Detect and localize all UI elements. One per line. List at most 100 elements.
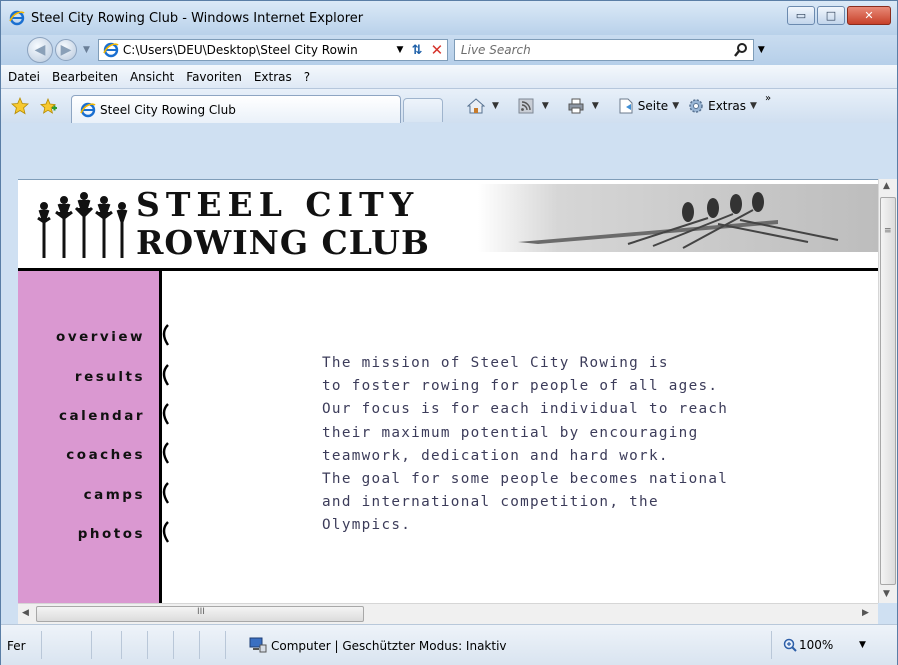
- horizontal-scrollbar[interactable]: ◀ III ▶: [18, 603, 878, 624]
- tools-menu-label: Extras: [708, 99, 747, 113]
- nav-bracket-icon: [162, 324, 170, 543]
- mission-line: Olympics.: [322, 517, 412, 534]
- feeds-dropdown[interactable]: ▼: [542, 101, 549, 111]
- status-divider: [41, 631, 42, 659]
- site-title: STEEL CITY ROWING CLUB: [136, 186, 430, 262]
- nav-overview-label: overview: [56, 329, 145, 345]
- print-dropdown[interactable]: ▼: [592, 101, 599, 111]
- scroll-up-icon[interactable]: ▲: [883, 181, 890, 191]
- vertical-scrollbar[interactable]: ▲ ≡ ▼: [878, 179, 897, 603]
- page-menu-label: Seite: [637, 99, 669, 113]
- status-bar: Fer Computer | Geschützter Modus: Inakti…: [1, 624, 897, 665]
- tab-row: Steel City Rowing Club ▼ ▼ ▼ Seite ▼ Ext…: [1, 89, 897, 123]
- home-icon: [467, 98, 485, 114]
- menu-bar: Datei Bearbeiten Ansicht Favoriten Extra…: [1, 65, 897, 89]
- rowers-logo-icon: [37, 192, 128, 258]
- nav-photos-label: photos: [77, 526, 145, 542]
- scroll-right-icon[interactable]: ▶: [862, 608, 869, 618]
- address-bar[interactable]: C:\Users\DEU\Desktop\Steel City Rowin ▼ …: [97, 39, 448, 61]
- menu-datei[interactable]: Datei: [8, 70, 40, 84]
- tab-steel-city-rowing-club[interactable]: Steel City Rowing Club: [71, 95, 401, 123]
- ie-logo-icon: [103, 42, 119, 58]
- mission-line: Our focus is for each individual to reac…: [322, 401, 729, 418]
- forward-button[interactable]: ▶: [55, 39, 77, 61]
- menu-favoriten[interactable]: Favoriten: [186, 70, 242, 84]
- nav-coaches-label: coaches: [66, 447, 145, 463]
- search-options-dropdown[interactable]: ▼: [758, 45, 765, 55]
- ie-logo-icon: [9, 10, 25, 26]
- home-dropdown[interactable]: ▼: [492, 101, 499, 111]
- menu-help[interactable]: ?: [304, 70, 310, 84]
- computer-zone-icon: [249, 637, 267, 653]
- nav-overview[interactable]: overview: [56, 329, 145, 345]
- refresh-icon[interactable]: ⇅: [407, 43, 427, 58]
- recent-pages-dropdown[interactable]: ▼: [83, 45, 90, 55]
- vertical-scroll-thumb[interactable]: ≡: [880, 197, 896, 585]
- home-button[interactable]: ▼: [467, 97, 499, 115]
- status-divider: [225, 631, 226, 659]
- feeds-icon: [518, 98, 534, 114]
- mission-line: teamwork, dedication and hard work.: [322, 447, 669, 464]
- back-icon: ◀: [34, 42, 46, 58]
- address-dropdown[interactable]: ▼: [393, 45, 407, 55]
- zoom-level[interactable]: 100%: [799, 638, 833, 652]
- page-viewport: STEEL CITY ROWING CLUB overview results …: [18, 179, 878, 603]
- status-divider: [771, 631, 772, 659]
- nav-photos[interactable]: photos: [78, 526, 145, 542]
- window-controls: ▭ □ ✕: [787, 6, 891, 25]
- mission-line: and international competition, the: [322, 494, 659, 511]
- mission-line: their maximum potential by encouraging: [322, 424, 699, 441]
- feeds-button[interactable]: ▼: [517, 97, 549, 115]
- site-header: STEEL CITY ROWING CLUB: [18, 180, 878, 268]
- stop-icon[interactable]: ✕: [427, 41, 447, 59]
- nav-results-label: results: [74, 369, 145, 385]
- address-input[interactable]: C:\Users\DEU\Desktop\Steel City Rowin: [123, 43, 393, 57]
- title-bar: Steel City Rowing Club - Windows Interne…: [1, 1, 897, 35]
- status-divider: [147, 631, 148, 659]
- nav-camps[interactable]: camps: [84, 487, 145, 503]
- tools-menu-chevron-icon: ▼: [750, 101, 757, 111]
- zoom-dropdown[interactable]: ▼: [859, 640, 866, 650]
- window-title: Steel City Rowing Club - Windows Interne…: [31, 10, 364, 26]
- address-row: ◀ ▶ ▼ C:\Users\DEU\Desktop\Steel City Ro…: [1, 35, 897, 65]
- mission-statement: The mission of Steel City Rowing is to f…: [322, 352, 842, 538]
- scroll-down-icon[interactable]: ▼: [883, 589, 890, 599]
- horizontal-scroll-thumb[interactable]: III: [36, 606, 364, 622]
- page-menu-button[interactable]: Seite ▼: [617, 97, 679, 115]
- tab-label: Steel City Rowing Club: [100, 102, 236, 117]
- more-commands-button[interactable]: »: [765, 93, 771, 104]
- status-divider: [199, 631, 200, 659]
- scroll-left-icon[interactable]: ◀: [22, 608, 29, 618]
- minimize-button[interactable]: ▭: [787, 6, 815, 25]
- menu-ansicht[interactable]: Ansicht: [130, 70, 174, 84]
- menu-extras[interactable]: Extras: [254, 70, 292, 84]
- search-input[interactable]: Live Search: [453, 39, 754, 61]
- menu-bearbeiten[interactable]: Bearbeiten: [52, 70, 118, 84]
- scroll-grip-label: III: [197, 607, 205, 617]
- status-divider: [121, 631, 122, 659]
- tools-menu-button[interactable]: Extras ▼: [687, 97, 757, 115]
- print-button[interactable]: ▼: [567, 97, 599, 115]
- new-tab-button[interactable]: [403, 98, 443, 122]
- close-button[interactable]: ✕: [847, 6, 891, 25]
- nav-results[interactable]: results: [75, 369, 145, 385]
- favorites-star-icon[interactable]: [11, 97, 29, 115]
- search-placeholder: Live Search: [460, 43, 531, 57]
- maximize-button[interactable]: □: [817, 6, 845, 25]
- security-zone-label[interactable]: Computer | Geschützter Modus: Inaktiv: [271, 639, 507, 653]
- nav-coaches[interactable]: coaches: [66, 447, 145, 463]
- site-title-line-2: ROWING CLUB: [136, 223, 430, 262]
- page-menu-chevron-icon: ▼: [672, 101, 680, 111]
- ie-logo-icon: [80, 102, 96, 117]
- forward-icon: ▶: [60, 42, 72, 58]
- sidebar-nav: overview results calendar coaches camps …: [18, 271, 170, 603]
- tools-gear-icon: [689, 99, 703, 113]
- nav-calendar[interactable]: calendar: [59, 408, 145, 424]
- back-button[interactable]: ◀: [27, 37, 53, 63]
- viewport-frame: [1, 123, 18, 603]
- rowing-crew-photo: [478, 184, 878, 252]
- add-favorites-icon[interactable]: [39, 97, 57, 115]
- browser-window: Steel City Rowing Club - Windows Interne…: [0, 0, 898, 665]
- zoom-icon[interactable]: [783, 638, 797, 652]
- search-icon[interactable]: [733, 42, 749, 58]
